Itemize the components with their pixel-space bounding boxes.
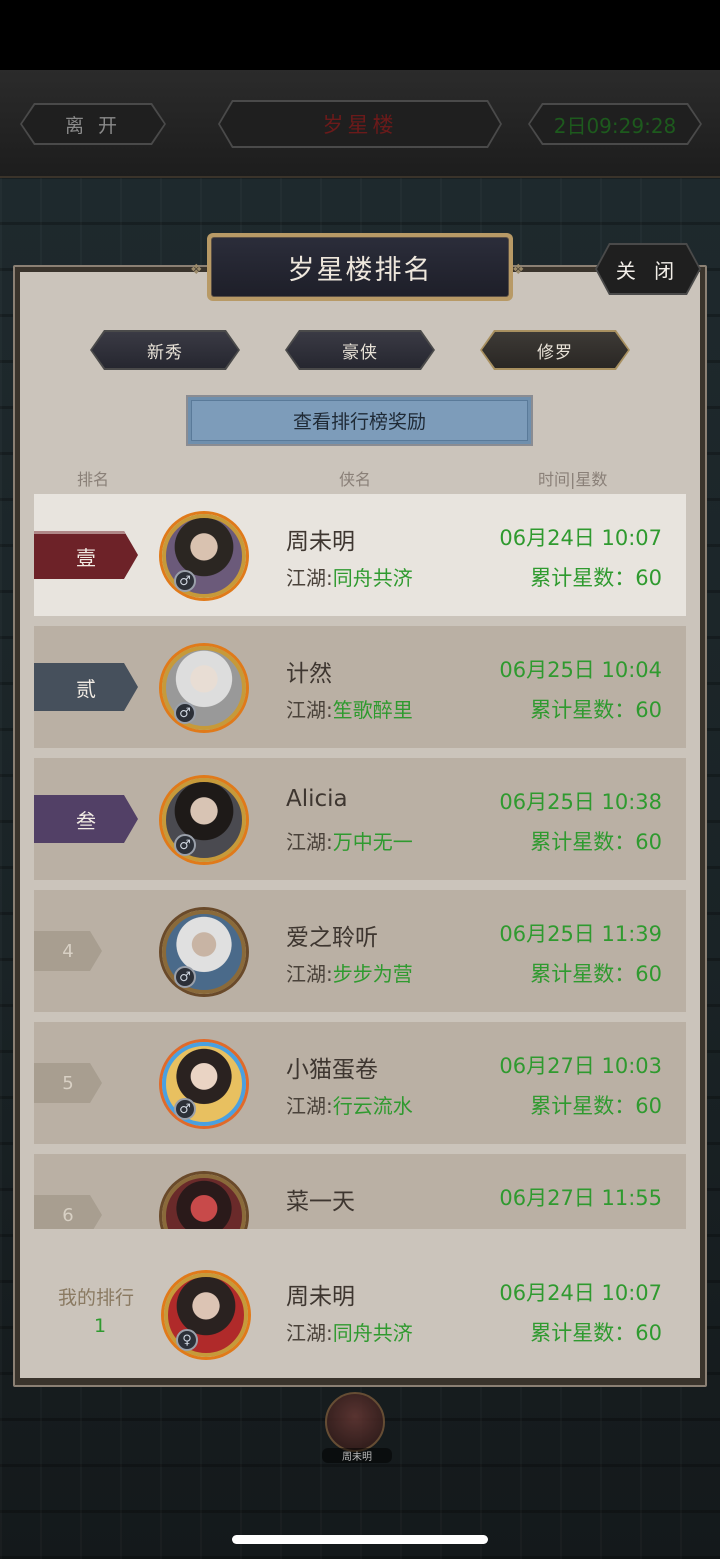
clear-time: 06月27日 11:55 [499, 1186, 662, 1210]
clear-time: 06月25日 10:04 [499, 658, 662, 682]
ranking-row[interactable]: 壹 ♂ 周未明 江湖:同舟共济 06月24日 10:07 累计星数：60 [34, 494, 686, 616]
column-name: 侠名 [339, 470, 372, 489]
clear-time: 06月25日 10:38 [499, 790, 662, 814]
jianghu-line: 江湖:同舟共济 [286, 566, 413, 590]
my-star-count: 累计星数：60 [530, 1321, 662, 1345]
my-ranking-row: 我的排行 1 ♀ 周未明 江湖:同舟共济 06月24日 10:07 累计星数：6… [20, 1229, 700, 1377]
ranking-row[interactable]: 叁 ♂ Alicia 江湖:万中无一 06月25日 10:38 累计星数：60 [34, 758, 686, 880]
my-rank-value: 1 [94, 1315, 107, 1337]
jianghu-line: 江湖:行云流水 [286, 1094, 413, 1118]
column-time-stars: 时间|星数 [538, 470, 608, 489]
gender-icon: ♂ [174, 702, 196, 724]
player-name: 小猫蛋卷 [286, 1057, 378, 1083]
rank-badge: 壹 [34, 531, 138, 579]
gender-icon: ♂ [174, 1098, 196, 1120]
gender-icon: ♂ [174, 834, 196, 856]
rank-badge: 叁 [34, 795, 138, 843]
leave-button[interactable]: 离 开 [20, 103, 166, 145]
rank-badge: 贰 [34, 663, 138, 711]
player-name: 计然 [286, 661, 332, 687]
player-name: 菜一天 [286, 1189, 355, 1215]
player-name: 周未明 [286, 529, 355, 555]
player-avatar[interactable] [162, 1174, 246, 1229]
tab-hero[interactable]: 豪侠 [285, 330, 435, 370]
jianghu-line: 江湖:笙歌醉里 [286, 698, 413, 722]
gender-icon: ♂ [174, 570, 196, 592]
star-count: 累计星数：60 [530, 1094, 662, 1118]
column-rank: 排名 [77, 470, 110, 489]
star-count: 累计星数：60 [530, 566, 662, 590]
view-rewards-button[interactable]: 查看排行榜奖励 [186, 395, 533, 446]
clear-time: 06月24日 10:07 [499, 526, 662, 550]
player-name: 爱之聆听 [286, 925, 378, 951]
location-title: 岁星楼 [218, 100, 502, 148]
panel-title: 岁星楼排名 [207, 233, 513, 301]
clear-time: 06月25日 11:39 [499, 922, 662, 946]
rank-badge: 4 [34, 931, 102, 971]
my-clear-time: 06月24日 10:07 [499, 1281, 662, 1305]
close-button[interactable]: 关 闭 [595, 243, 701, 295]
tab-asura[interactable]: 修罗 [480, 330, 630, 370]
ranking-row[interactable]: 贰 ♂ 计然 江湖:笙歌醉里 06月25日 10:04 累计星数：60 [34, 626, 686, 748]
ranking-row[interactable]: 4 ♂ 爱之聆听 江湖:步步为营 06月25日 11:39 累计星数：60 [34, 890, 686, 1012]
rank-badge: 5 [34, 1063, 102, 1103]
star-count: 累计星数：60 [530, 962, 662, 986]
player-name: Alicia [286, 786, 348, 812]
my-rank-label: 我的排行 [58, 1287, 135, 1309]
ranking-list[interactable]: 壹 ♂ 周未明 江湖:同舟共济 06月24日 10:07 累计星数：60 贰 ♂… [20, 490, 700, 1229]
my-name: 周未明 [286, 1284, 355, 1310]
ranking-row[interactable]: 6 菜一天 06月27日 11:55 [34, 1154, 686, 1229]
home-indicator[interactable] [232, 1535, 488, 1544]
jianghu-line: 江湖:步步为营 [286, 962, 413, 986]
floor-player-avatar[interactable] [325, 1392, 385, 1452]
star-count: 累计星数：60 [530, 698, 662, 722]
title-ornament-right: ❖ [512, 262, 525, 278]
tab-newcomer[interactable]: 新秀 [90, 330, 240, 370]
star-count: 累计星数：60 [530, 830, 662, 854]
floor-player-name: 周未明 [322, 1448, 392, 1463]
jianghu-line: 江湖:万中无一 [286, 830, 413, 854]
my-jianghu-line: 江湖:同舟共济 [286, 1321, 413, 1345]
gender-icon: ♂ [174, 966, 196, 988]
gender-icon: ♀ [176, 1329, 198, 1351]
ranking-row[interactable]: 5 ♂ 小猫蛋卷 江湖:行云流水 06月27日 10:03 累计星数：60 [34, 1022, 686, 1144]
clear-time: 06月27日 10:03 [499, 1054, 662, 1078]
rank-badge: 6 [34, 1195, 102, 1229]
countdown-timer: 2日09:29:28 [528, 103, 702, 145]
